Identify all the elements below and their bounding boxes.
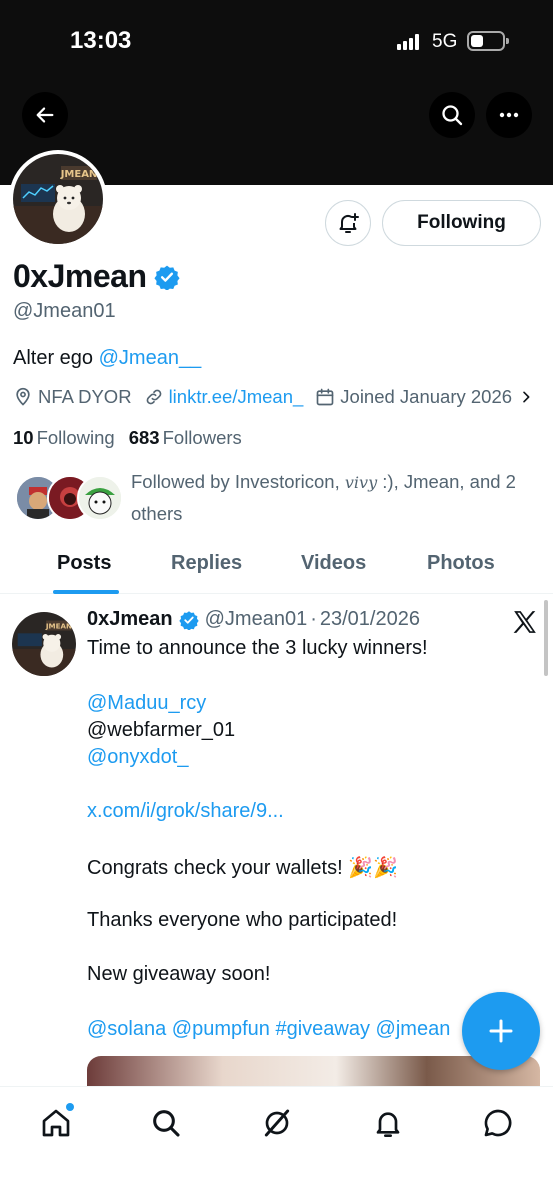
- tweet-separator: ·: [310, 608, 317, 630]
- followed-by-prefix: Followed by Investoricon,: [131, 471, 345, 492]
- following-label: Following: [36, 427, 115, 448]
- tweet-url-link[interactable]: x.com/i/grok/share/9...: [87, 800, 284, 823]
- tweet-date[interactable]: 23/01/2026: [320, 608, 420, 631]
- tweet-author[interactable]: 0xJmean: [87, 608, 173, 631]
- joined-item: Joined January 2026: [315, 386, 512, 408]
- arrow-left-icon: [36, 107, 54, 123]
- grok-icon: [264, 1109, 290, 1137]
- follow-counts: 10 Following 683 Followers: [13, 427, 242, 449]
- nav-messages[interactable]: [476, 1101, 520, 1145]
- tweet-text-line: Congrats check your wallets! 🎉🎉: [87, 855, 398, 880]
- following-count-link[interactable]: 10 Following: [13, 427, 115, 449]
- followed-by-vivy: vivy: [344, 473, 378, 492]
- tweet-text-line: Thanks everyone who participated!: [87, 909, 398, 931]
- tweet-handle[interactable]: @Jmean01: [205, 608, 308, 631]
- display-name-text: 0xJmean: [13, 258, 147, 294]
- home-icon: [42, 1109, 70, 1137]
- back-button[interactable]: [22, 92, 68, 138]
- tweet-text-line: Time to announce the 3 lucky winners!: [87, 637, 428, 659]
- tweet-mention-link[interactable]: @onyxdot_: [87, 746, 188, 769]
- tab-videos[interactable]: Videos: [301, 552, 366, 575]
- location-pin-icon: [16, 387, 30, 406]
- search-button[interactable]: [429, 92, 475, 138]
- plus-icon: [489, 1019, 513, 1043]
- bell-icon: [376, 1112, 400, 1137]
- notification-bell-button[interactable]: [325, 200, 371, 246]
- notification-dot: [66, 1103, 74, 1111]
- profile-tabs: Posts Replies Videos Photos: [0, 540, 553, 594]
- following-button[interactable]: Following: [382, 200, 541, 246]
- scrollbar[interactable]: [544, 600, 548, 676]
- tweet-tags[interactable]: @solana @pumpfun #giveaway @jmean: [87, 1018, 450, 1041]
- nav-grok[interactable]: [255, 1101, 299, 1145]
- avatar-image: JMEAN: [13, 154, 103, 244]
- active-tab-indicator: [53, 590, 119, 594]
- battery-icon: [467, 31, 509, 51]
- website-link[interactable]: linktr.ee/Jmean_: [169, 386, 304, 408]
- joined-text: Joined January 2026: [340, 386, 513, 407]
- x-logo-icon: [513, 611, 536, 633]
- bio-mention-link[interactable]: @Jmean__: [99, 347, 202, 369]
- tab-photos[interactable]: Photos: [427, 552, 495, 575]
- followers-label: Followers: [162, 427, 242, 448]
- nav-notifications[interactable]: [366, 1101, 410, 1145]
- website-item[interactable]: linktr.ee/Jmean_: [144, 386, 304, 408]
- tweet-text-line: @webfarmer_01: [87, 719, 236, 741]
- search-icon: [442, 105, 463, 126]
- status-time: 13:03: [70, 27, 132, 54]
- followed-by-avatars[interactable]: [15, 475, 125, 523]
- avatar-image: JMEAN: [12, 612, 76, 676]
- followers-count-link[interactable]: 683 Followers: [129, 427, 242, 449]
- signal-icon: [397, 34, 419, 50]
- profile-meta: NFA DYOR linktr.ee/Jmean_ Joined January…: [13, 386, 534, 408]
- search-icon: [153, 1110, 180, 1137]
- congrats-text: Congrats check your wallets!: [87, 857, 349, 879]
- network-type: 5G: [432, 31, 458, 52]
- verified-badge-icon: [178, 610, 199, 630]
- tweet-avatar[interactable]: JMEAN: [12, 612, 76, 676]
- compose-button[interactable]: [462, 992, 540, 1070]
- nav-home[interactable]: [34, 1101, 78, 1145]
- chevron-right-icon[interactable]: [518, 389, 534, 405]
- tweet-text-line: New giveaway soon!: [87, 963, 271, 985]
- profile-handle: @Jmean01: [13, 300, 116, 322]
- followers-count: 683: [128, 427, 160, 448]
- tab-posts[interactable]: Posts: [57, 552, 111, 575]
- bottom-nav: [0, 1086, 553, 1200]
- followed-by-text[interactable]: Followed by Investoricon, vivy :), Jmean…: [131, 466, 531, 529]
- display-name: 0xJmean: [13, 258, 181, 295]
- svg-text:JMEAN: JMEAN: [60, 169, 98, 180]
- bell-plus-icon: [339, 213, 359, 233]
- party-emoji: 🎉🎉: [348, 855, 399, 879]
- tweet-header: 0xJmean @Jmean01 · 23/01/2026: [87, 608, 420, 631]
- chat-bubble-icon: [484, 1109, 512, 1137]
- location-text: NFA DYOR: [38, 386, 132, 407]
- svg-text:JMEAN: JMEAN: [45, 621, 72, 630]
- location-item: NFA DYOR: [13, 386, 132, 408]
- calendar-icon: [316, 388, 334, 406]
- bio-text: Alter ego: [13, 347, 99, 369]
- nav-search[interactable]: [144, 1101, 188, 1145]
- following-count: 10: [13, 427, 34, 448]
- status-bar: 13:03 5G: [0, 0, 553, 90]
- verified-badge-icon[interactable]: [154, 264, 181, 290]
- tab-replies[interactable]: Replies: [171, 552, 242, 575]
- profile-avatar[interactable]: JMEAN: [9, 150, 107, 248]
- avatar: [77, 475, 123, 521]
- more-icon: [499, 112, 519, 118]
- link-icon: [146, 389, 161, 405]
- tweet-media[interactable]: [87, 1056, 540, 1088]
- tweet-mention-link[interactable]: @Maduu_rcy: [87, 692, 206, 715]
- more-button[interactable]: [486, 92, 532, 138]
- profile-bio: Alter ego @Jmean__: [13, 347, 201, 370]
